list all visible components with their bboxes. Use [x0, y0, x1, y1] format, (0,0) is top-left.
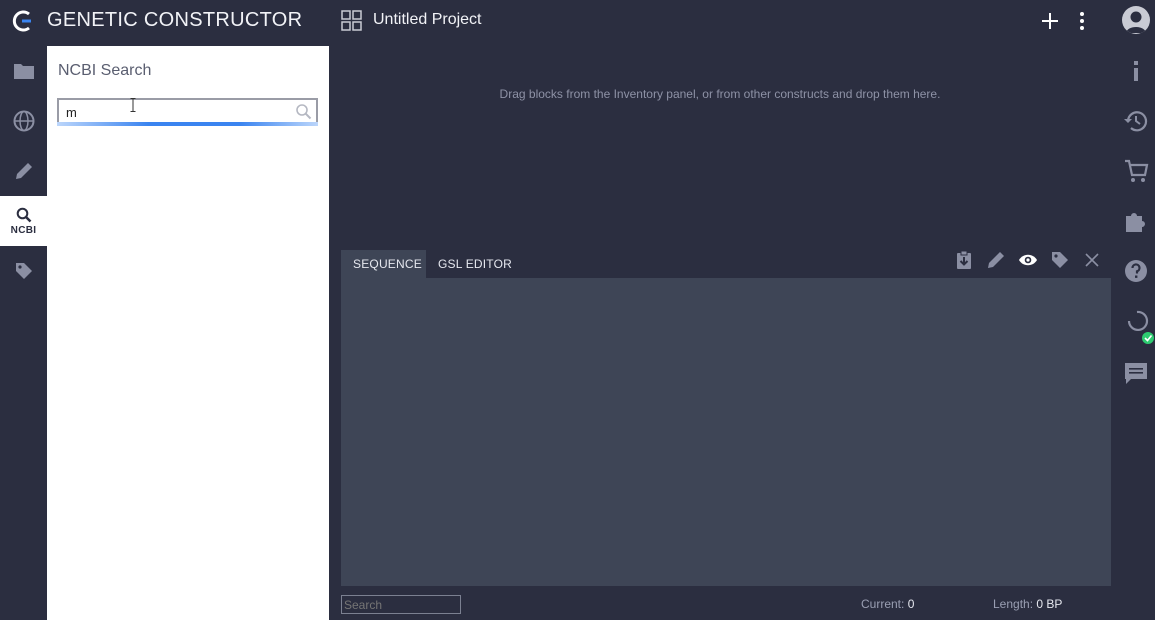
right-rail: [1117, 42, 1155, 620]
globe-icon: [13, 110, 34, 132]
close-icon[interactable]: [1082, 250, 1102, 270]
tag-icon[interactable]: [1050, 250, 1070, 270]
sequence-length: Length: 0 BP: [993, 597, 1062, 611]
current-value: 0: [907, 597, 915, 611]
length-value: 0 BP: [1036, 597, 1063, 611]
user-icon: [1126, 11, 1146, 33]
rail-item-projects[interactable]: [0, 48, 47, 94]
eye-icon[interactable]: [1018, 250, 1038, 270]
plus-icon[interactable]: [1040, 11, 1060, 31]
sync-icon[interactable]: [1123, 308, 1155, 344]
history-icon[interactable]: [1123, 108, 1149, 134]
cart-icon[interactable]: [1123, 158, 1149, 184]
tab-sequence[interactable]: SEQUENCE: [341, 250, 426, 278]
user-avatar[interactable]: [1122, 6, 1150, 34]
ncbi-search-box[interactable]: [57, 98, 318, 124]
grid-icon[interactable]: [341, 10, 362, 31]
info-icon[interactable]: [1123, 58, 1149, 84]
tag-icon: [15, 263, 32, 279]
tab-gsl-editor[interactable]: GSL EDITOR: [426, 250, 524, 278]
ncbi-search-input[interactable]: [66, 103, 286, 121]
text-cursor-icon: [130, 98, 136, 112]
pencil-icon: [15, 163, 32, 179]
current-label: Current:: [861, 597, 905, 611]
logo-icon[interactable]: [9, 8, 35, 34]
search-icon: [16, 207, 31, 222]
rail-item-sketch[interactable]: [0, 148, 47, 194]
pencil-icon[interactable]: [986, 250, 1006, 270]
puzzle-icon[interactable]: [1123, 208, 1149, 234]
rail-item-templates[interactable]: [0, 98, 47, 144]
help-icon[interactable]: [1123, 258, 1149, 284]
app-title: GENETIC CONSTRUCTOR: [47, 9, 303, 31]
project-title[interactable]: Untitled Project: [373, 11, 482, 29]
rail-item-roles[interactable]: [0, 248, 47, 294]
length-label: Length:: [993, 597, 1034, 611]
kebab-icon[interactable]: [1073, 11, 1091, 31]
left-rail: NCBI: [0, 42, 47, 620]
rail-item-ncbi[interactable]: NCBI: [0, 196, 47, 246]
current-position: Current: 0: [861, 597, 914, 611]
status-ok-icon: [1142, 332, 1154, 344]
top-bar: GENETIC CONSTRUCTOR Untitled Project: [0, 0, 1155, 42]
sequence-view[interactable]: [341, 278, 1111, 586]
search-progress-bar: [57, 122, 318, 126]
folder-icon: [13, 64, 34, 79]
inventory-panel: NCBI Search: [47, 46, 329, 620]
comment-icon[interactable]: [1123, 360, 1149, 386]
rail-item-label: NCBI: [10, 224, 37, 236]
sequence-search-input[interactable]: [341, 595, 461, 614]
canvas-drop-hint: Drag blocks from the Inventory panel, or…: [499, 87, 941, 101]
clipboard-download-icon[interactable]: [954, 250, 974, 270]
search-icon[interactable]: [295, 103, 312, 120]
inventory-title: NCBI Search: [58, 62, 152, 79]
